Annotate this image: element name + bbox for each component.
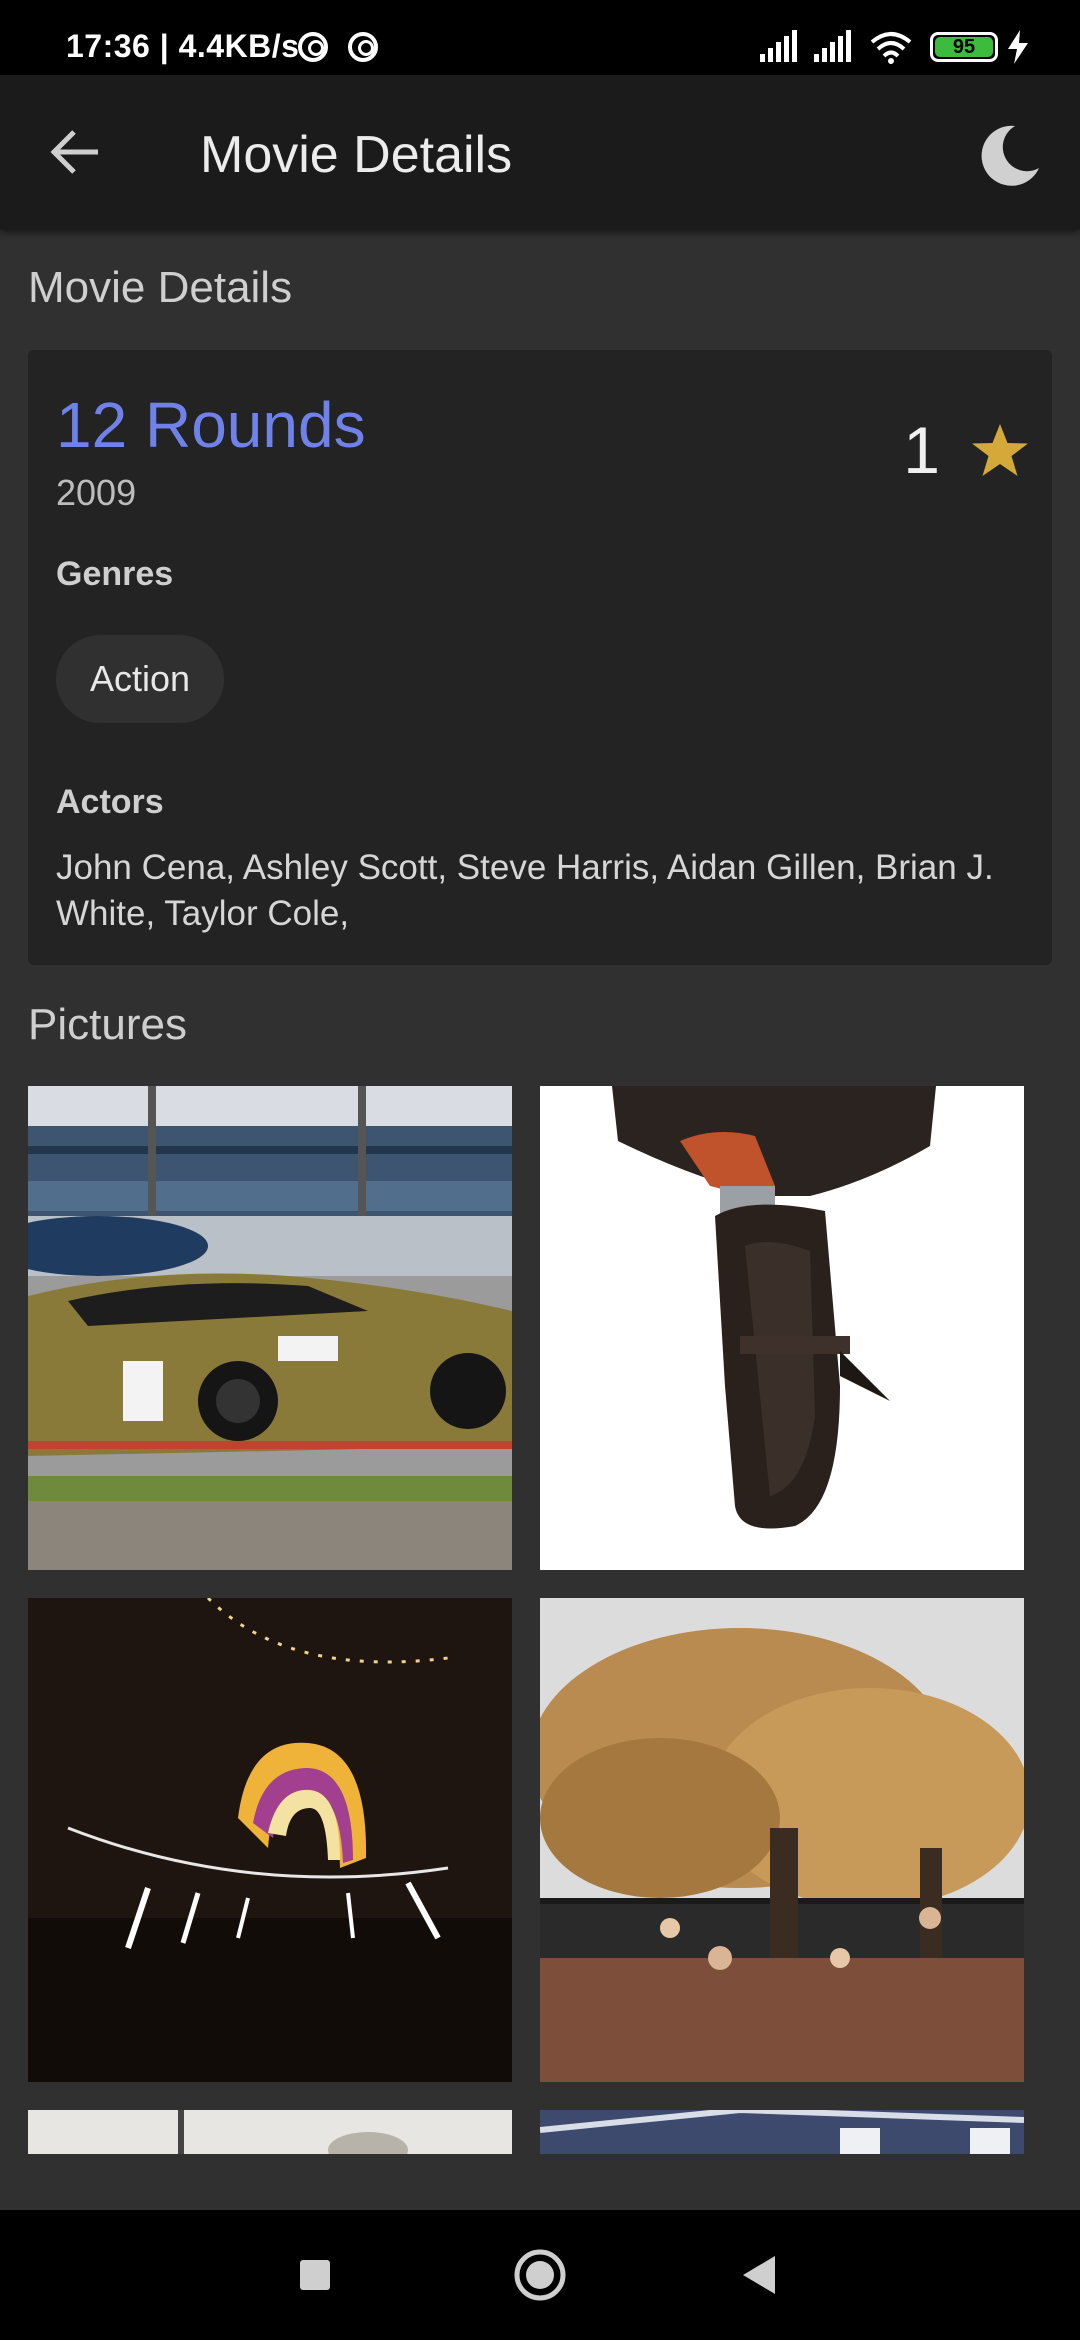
genre-chip[interactable]: Action xyxy=(56,635,225,723)
home-circle-icon[interactable] xyxy=(505,2240,575,2310)
recents-square-icon[interactable] xyxy=(280,2240,350,2310)
star-icon xyxy=(972,424,1028,476)
actors-list: John Cena, Ashley Scott, Steve Harris, A… xyxy=(56,848,994,933)
picture-autumn-tree[interactable] xyxy=(540,1598,1024,2082)
charging-icon xyxy=(1008,30,1028,64)
back-arrow-icon[interactable] xyxy=(40,120,110,184)
movie-details-card: 12 Rounds 2009 1 Genres Action Actors Jo… xyxy=(28,350,1052,965)
rating: 1 xyxy=(903,412,1030,488)
signal-icon xyxy=(760,30,797,62)
picture-race-car[interactable] xyxy=(28,1086,512,1570)
picture-revolver-holster[interactable] xyxy=(540,1086,1024,1570)
app-bar-title: Movie Details xyxy=(200,126,513,184)
picture-partial[interactable] xyxy=(28,2110,512,2154)
picture-night-lantern[interactable] xyxy=(28,1598,512,2082)
battery-icon: 95 xyxy=(930,32,998,62)
section-heading-pictures: Pictures xyxy=(28,1000,187,1049)
genres-label: Genres xyxy=(56,555,174,593)
picture-partial[interactable] xyxy=(540,2110,1024,2154)
actors-label: Actors xyxy=(56,783,164,821)
section-heading-details: Movie Details xyxy=(28,263,293,312)
back-triangle-icon[interactable] xyxy=(725,2240,795,2310)
movie-year: 2009 xyxy=(56,472,137,513)
wifi-icon xyxy=(870,32,912,64)
rating-value: 1 xyxy=(903,413,940,487)
movie-title: 12 Rounds xyxy=(56,389,366,461)
app-bar: Movie Details xyxy=(0,75,1080,230)
notification-app-icon xyxy=(298,32,328,62)
navigation-bar xyxy=(0,2210,1080,2340)
moon-icon[interactable] xyxy=(975,120,1045,190)
notification-app-icon xyxy=(348,32,378,62)
signal-icon xyxy=(814,30,851,62)
status-bar: 17:36 | 4.4KB/s 95 xyxy=(0,0,1080,75)
battery-level: 95 xyxy=(935,37,993,57)
status-time: 17:36 | 4.4KB/s xyxy=(66,28,300,64)
